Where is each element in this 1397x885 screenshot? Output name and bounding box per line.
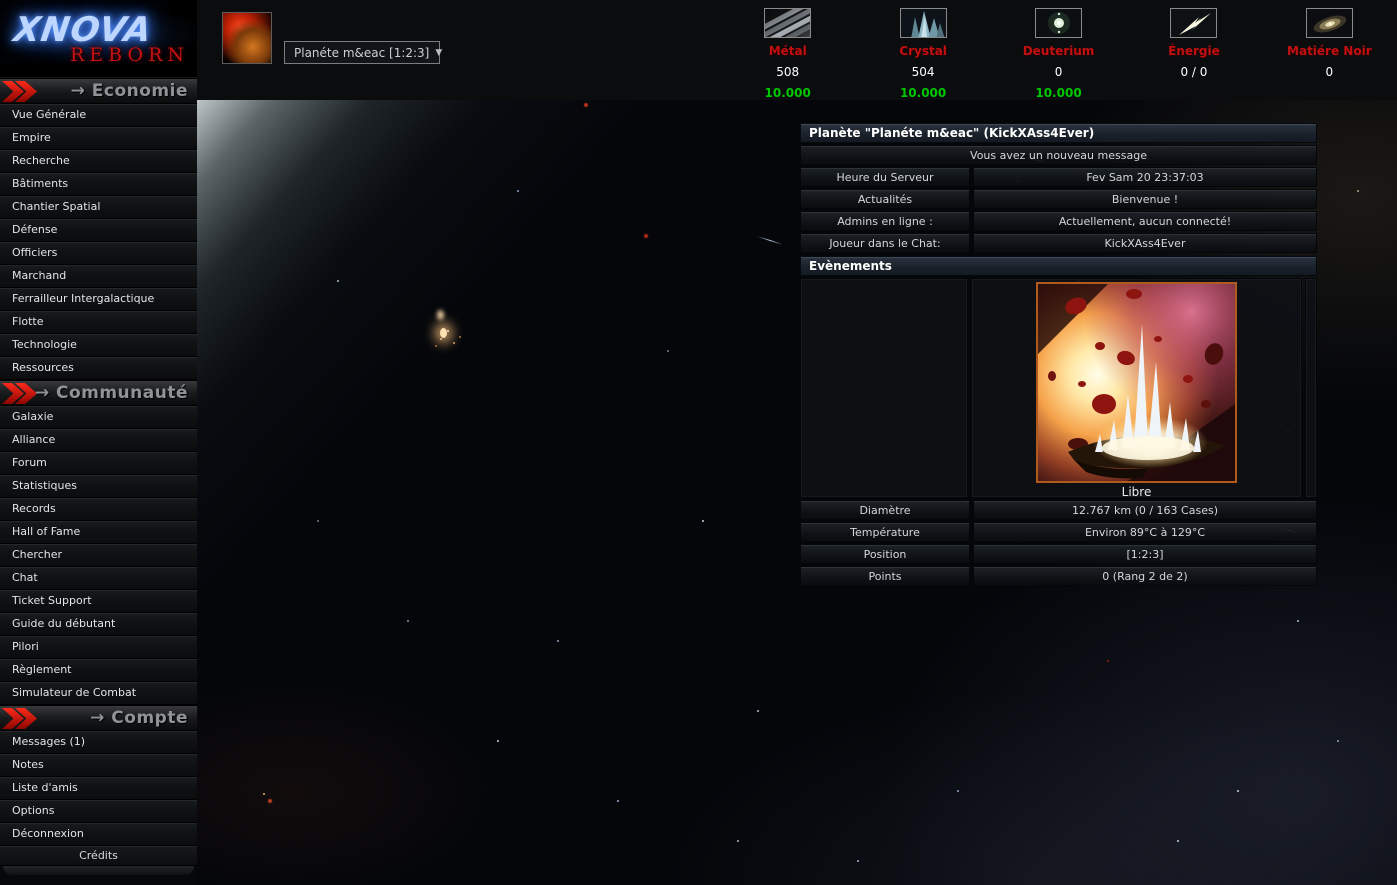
new-message-link[interactable]: Vous avez un nouveau message [800,145,1317,165]
sidebar-item-batiments[interactable]: Bâtiments [0,173,197,196]
resource-capacity: 10.000 [991,86,1126,100]
resource-crystal: Crystal 504 10.000 [855,8,990,100]
sidebar-item-empire[interactable]: Empire [0,127,197,150]
resource-value: 0 [991,65,1126,79]
sidebar-item-liste-damis[interactable]: Liste d'amis [0,777,197,800]
section-label: → Economie [71,81,188,101]
overview-panel: Planète "Planéte m&eac" (KickXAss4Ever) … [800,123,1317,586]
logo-subtitle: REBORN [70,44,189,66]
planet-image [1036,282,1237,483]
stat-label-temperature: Température [800,522,970,542]
info-label-server-time: Heure du Serveur [800,167,970,187]
resource-deuterium: Deuterium 0 10.000 [991,8,1126,100]
resource-label: Crystal [855,44,990,58]
deuterium-icon [1035,8,1082,38]
topbar: Planéte m&eac [1:2:3] ▼ [197,0,1397,100]
sidebar-item-forum[interactable]: Forum [0,452,197,475]
sidebar-item-chercher[interactable]: Chercher [0,544,197,567]
metal-icon [764,8,811,38]
info-label-news: Actualités [800,189,970,209]
events-title: Evènements [800,256,1317,276]
sidebar-item-ressources[interactable]: Ressources [0,357,197,380]
stat-value-points: 0 (Rang 2 de 2) [973,566,1317,586]
resource-label: Métal [720,44,855,58]
crystal-icon [900,8,947,38]
resource-metal: Métal 508 10.000 [720,8,855,100]
sidebar-item-vue-generale[interactable]: Vue Générale [0,104,197,127]
stat-label-diameter: Diamètre [800,500,970,520]
sidebar-item-ticket-support[interactable]: Ticket Support [0,590,197,613]
section-label: → Compte [90,708,188,728]
resource-capacity: 10.000 [720,86,855,100]
stat-label-points: Points [800,566,970,586]
sidebar-item-guide-du-debutant[interactable]: Guide du débutant [0,613,197,636]
resource-label: Deuterium [991,44,1126,58]
stat-value-position: [1:2:3] [973,544,1317,564]
planet-select-value: Planéte m&eac [1:2:3] [294,46,429,60]
sidebar-item-notes[interactable]: Notes [0,754,197,777]
sidebar-item-marchand[interactable]: Marchand [0,265,197,288]
stat-value-temperature: Environ 89°C à 129°C [973,522,1317,542]
sidebar-item-hall-of-fame[interactable]: Hall of Fame [0,521,197,544]
city-lights [440,328,447,338]
section-header-compte: → Compte [0,705,197,731]
dark-matter-icon [1306,8,1353,38]
panel-title: Planète "Planéte m&eac" (KickXAss4Ever) [800,123,1317,143]
resource-dark-matter: Matiére Noir 0 [1262,8,1397,100]
resource-value: 0 [1262,65,1397,79]
section-header-economie: → Economie [0,78,197,104]
resource-value: 508 [720,65,855,79]
planet-select[interactable]: Planéte m&eac [1:2:3] ▼ [284,41,440,64]
logo[interactable]: XNOVA REBORN [0,0,197,78]
stat-value-diameter: 12.767 km (0 / 163 Cases) [973,500,1317,520]
events-empty-cell [800,278,968,498]
info-value-server-time: Fev Sam 20 23:37:03 [973,167,1317,187]
resource-value: 504 [855,65,990,79]
section-label: → Communauté [35,383,188,403]
star-field [197,100,199,102]
sidebar-item-statistiques[interactable]: Statistiques [0,475,197,498]
info-label-chat-players: Joueur dans le Chat: [800,233,970,253]
sidebar-item-chantier-spatial[interactable]: Chantier Spatial [0,196,197,219]
info-label-admins-online: Admins en ligne : [800,211,970,231]
sidebar-item-simulateur-de-combat[interactable]: Simulateur de Combat [0,682,197,705]
sidebar-item-credits[interactable]: Crédits [0,846,197,866]
star-streak [757,236,782,245]
resource-label: Énergie [1126,44,1261,58]
sidebar-item-pilori[interactable]: Pilori [0,636,197,659]
chevron-down-icon: ▼ [435,48,442,58]
info-value-chat-players: KickXAss4Ever [973,233,1317,253]
resource-energy: Énergie 0 / 0 [1126,8,1261,100]
sidebar-item-options[interactable]: Options [0,800,197,823]
planet-overview-cell: Libre [971,278,1302,498]
sidebar-item-messages[interactable]: Messages (1) [0,731,197,754]
sidebar-item-officiers[interactable]: Officiers [0,242,197,265]
planet-status: Libre [1122,485,1152,499]
sidebar-item-technologie[interactable]: Technologie [0,334,197,357]
sidebar-bottom-cap [3,866,194,875]
resource-capacity: 10.000 [855,86,990,100]
sidebar-item-deconnexion[interactable]: Déconnexion [0,823,197,846]
sidebar-item-recherche[interactable]: Recherche [0,150,197,173]
resource-label: Matiére Noir [1262,44,1397,58]
sidebar-item-reglement[interactable]: Règlement [0,659,197,682]
resource-value: 0 / 0 [1126,65,1261,79]
sidebar-item-chat[interactable]: Chat [0,567,197,590]
section-header-communaute: → Communauté [0,380,197,406]
sidebar-item-galaxie[interactable]: Galaxie [0,406,197,429]
info-value-news: Bienvenue ! [973,189,1317,209]
sidebar-item-ferrailleur[interactable]: Ferrailleur Intergalactique [0,288,197,311]
sidebar-item-alliance[interactable]: Alliance [0,429,197,452]
resource-bar: Métal 508 10.000 Crystal 504 10.000 [720,8,1397,100]
stat-label-position: Position [800,544,970,564]
info-value-admins-online: Actuellement, aucun connecté! [973,211,1317,231]
events-side-cell [1305,278,1317,498]
sidebar-item-flotte[interactable]: Flotte [0,311,197,334]
planet-thumbnail[interactable] [222,12,272,64]
sidebar-item-records[interactable]: Records [0,498,197,521]
energy-icon [1170,8,1217,38]
sidebar-item-defense[interactable]: Défense [0,219,197,242]
sidebar: XNOVA REBORN → Economie Vue Générale Emp… [0,0,197,885]
